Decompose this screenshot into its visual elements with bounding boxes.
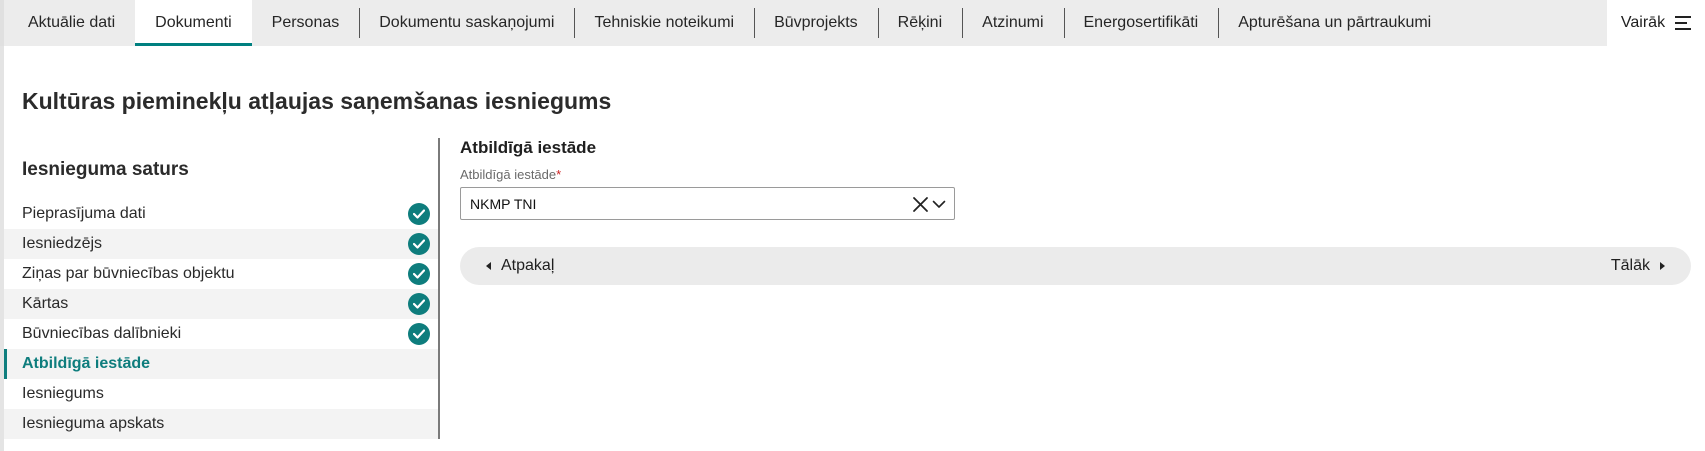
institution-field-label: Atbildīgā iestāde* — [460, 167, 561, 182]
step-navigation-bar: Atpakaļ Tālāk — [460, 247, 1691, 285]
chevron-down-icon[interactable] — [932, 198, 946, 211]
tab-dokumentu-saskanojumi[interactable]: Dokumentu saskaņojumi — [359, 0, 574, 46]
check-circle-icon — [408, 293, 430, 315]
sidebar-item-iesniedzejs[interactable]: Iesniedzējs — [4, 229, 438, 259]
sidebar-item-kartas[interactable]: Kārtas — [4, 289, 438, 319]
sidebar-item-buvniecibas-dalibnieki[interactable]: Būvniecības dalībnieki — [4, 319, 438, 349]
tab-list: Aktuālie dati Dokumenti Personas Dokumen… — [8, 0, 1451, 46]
clear-icon[interactable] — [912, 196, 929, 213]
hamburger-menu-icon — [1675, 16, 1692, 30]
tab-buvprojekts[interactable]: Būvprojekts — [754, 0, 878, 46]
institution-select[interactable]: NKMP TNI — [460, 187, 955, 220]
sidebar-item-zinas-par-buvniecibas-objektu[interactable]: Ziņas par būvniecības objektu — [4, 259, 438, 289]
tab-label: Dokumentu saskaņojumi — [379, 14, 555, 31]
section-title: Atbildīgā iestāde — [460, 138, 597, 157]
sidebar-item-iesniegums[interactable]: Iesniegums — [4, 379, 438, 409]
top-tab-bar: Aktuālie dati Dokumenti Personas Dokumen… — [0, 0, 1705, 46]
back-button[interactable]: Atpakaļ — [486, 247, 554, 285]
sidebar-item-iesnieguma-apskats[interactable]: Iesnieguma apskats — [4, 409, 438, 439]
institution-select-value: NKMP TNI — [470, 196, 537, 212]
tab-tehniskie-noteikumi[interactable]: Tehniskie noteikumi — [574, 0, 754, 46]
sidebar-divider — [438, 138, 440, 439]
field-label-text: Atbildīgā iestāde — [460, 167, 557, 182]
tab-label: Aktuālie dati — [28, 14, 116, 31]
tab-aktualie-dati[interactable]: Aktuālie dati — [8, 0, 135, 46]
sidebar-item-label: Būvniecības dalībnieki — [22, 325, 182, 342]
tab-label: Rēķini — [897, 14, 943, 31]
sidebar-heading: Iesnieguma saturs — [22, 159, 189, 180]
sidebar-item-label: Iesniedzējs — [22, 235, 103, 252]
sidebar-item-label: Atbildīgā iestāde — [22, 355, 151, 372]
sidebar-item-label: Kārtas — [22, 295, 69, 312]
check-circle-icon — [408, 203, 430, 225]
sidebar-item-atbildiga-iestade[interactable]: Atbildīgā iestāde — [4, 349, 438, 379]
caret-left-icon — [486, 257, 492, 275]
required-marker: * — [556, 167, 562, 182]
tab-label: Dokumenti — [155, 14, 232, 31]
sidebar-item-label: Iesnieguma apskats — [22, 415, 165, 432]
next-label: Tālāk — [1610, 257, 1650, 274]
check-circle-icon — [408, 233, 430, 255]
tab-energosertifikati[interactable]: Energosertifikāti — [1063, 0, 1219, 46]
more-button[interactable]: Vairāk — [1607, 0, 1705, 46]
sidebar-nav: Pieprasījuma dati Iesniedzējs Ziņas par … — [4, 199, 438, 439]
tab-label: Atzinumi — [982, 14, 1044, 31]
tab-personas[interactable]: Personas — [252, 0, 360, 46]
sidebar-item-pieprasijuma-dati[interactable]: Pieprasījuma dati — [4, 199, 438, 229]
tab-atzinumi[interactable]: Atzinumi — [962, 0, 1063, 46]
tab-label: Energosertifikāti — [1083, 14, 1199, 31]
sidebar-item-label: Pieprasījuma dati — [22, 205, 146, 222]
more-label: Vairāk — [1620, 14, 1666, 31]
back-label: Atpakaļ — [501, 257, 555, 274]
check-circle-icon — [408, 323, 430, 345]
tab-dokumenti[interactable]: Dokumenti — [135, 0, 252, 46]
tab-aptureshana-un-partraukumi[interactable]: Apturēšana un pārtraukumi — [1218, 0, 1451, 46]
next-button[interactable]: Tālāk — [1611, 247, 1665, 285]
tab-label: Apturēšana un pārtraukumi — [1238, 14, 1432, 31]
tab-label: Personas — [271, 14, 340, 31]
sidebar-item-label: Ziņas par būvniecības objektu — [22, 265, 235, 282]
sidebar-item-label: Iesniegums — [22, 385, 104, 402]
tab-label: Tehniskie noteikumi — [594, 14, 735, 31]
page-title: Kultūras pieminekļu atļaujas saņemšanas … — [22, 88, 612, 114]
caret-right-icon — [1659, 257, 1665, 275]
tab-label: Būvprojekts — [774, 14, 858, 31]
check-circle-icon — [408, 263, 430, 285]
tab-rekini[interactable]: Rēķini — [877, 0, 962, 46]
